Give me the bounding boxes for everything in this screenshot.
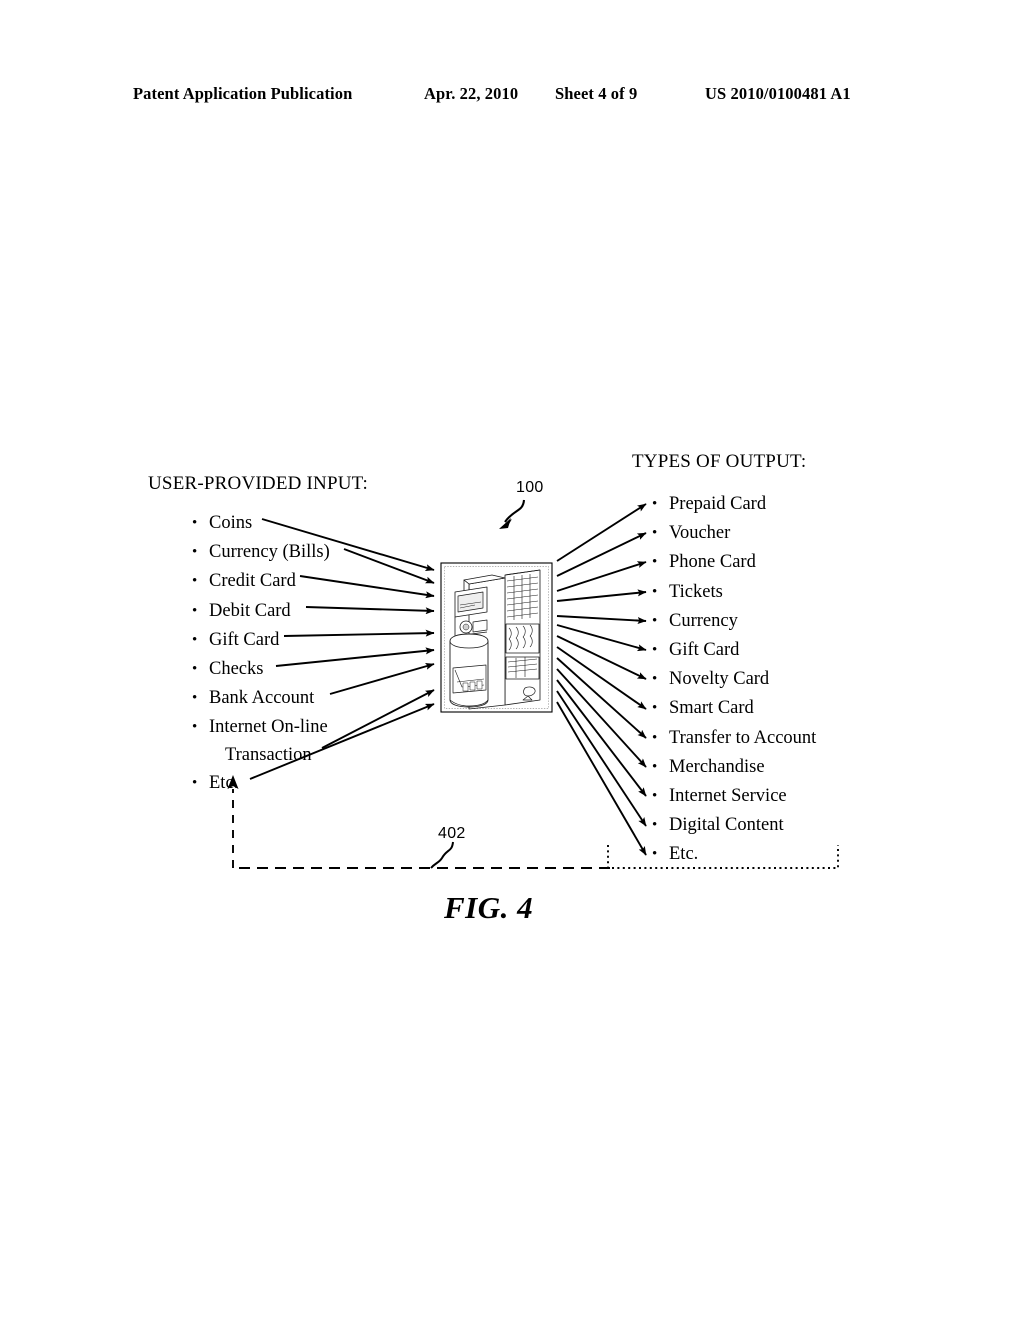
list-item: Debit Card bbox=[192, 597, 422, 626]
output-item-label: Prepaid Card bbox=[669, 494, 767, 514]
list-item: Tickets bbox=[652, 578, 902, 607]
input-item-label: Currency (Bills) bbox=[209, 542, 330, 563]
output-item-label: Internet Service bbox=[669, 786, 787, 807]
input-items-list: Coins Currency (Bills) Credit Card Debit… bbox=[192, 509, 422, 799]
output-column-heading: TYPES OF OUTPUT: bbox=[632, 451, 807, 472]
output-arrow-merchandise bbox=[556, 668, 647, 768]
output-item-label: Smart Card bbox=[669, 698, 754, 719]
output-arrow-novelty-card bbox=[556, 635, 647, 680]
list-item: Currency (Bills) bbox=[192, 538, 422, 567]
input-item-label: Checks bbox=[209, 659, 264, 680]
list-item: Gift Card bbox=[652, 636, 902, 665]
output-arrows bbox=[556, 503, 647, 856]
input-item-label: Internet On-line bbox=[209, 717, 328, 738]
input-item-label-continuation: Transaction bbox=[225, 745, 312, 766]
output-arrow-smart-card bbox=[556, 646, 647, 710]
figure-4-diagram: USER-PROVIDED INPUT: TYPES OF OUTPUT: Co… bbox=[0, 0, 1024, 1320]
list-item: Phone Card bbox=[652, 548, 902, 577]
input-column-heading: USER-PROVIDED INPUT: bbox=[148, 473, 368, 494]
list-item: Etc. bbox=[652, 840, 902, 869]
input-item-label: Debit Card bbox=[209, 600, 291, 621]
reference-leader-100 bbox=[499, 499, 526, 529]
list-item: Digital Content bbox=[652, 811, 902, 840]
list-item: Internet Service bbox=[652, 782, 902, 811]
figure-caption: FIG. 4 bbox=[444, 890, 534, 925]
list-item: Prepaid Card bbox=[652, 490, 902, 519]
output-arrow-currency bbox=[556, 615, 647, 625]
list-item: Smart Card bbox=[652, 694, 902, 723]
list-item: Voucher bbox=[652, 519, 902, 548]
output-arrow-phone-card bbox=[556, 561, 647, 592]
list-item: Gift Card bbox=[192, 626, 422, 655]
input-item-label: Etc. bbox=[209, 773, 239, 794]
output-arrow-gift-card bbox=[556, 624, 647, 652]
output-item-label: Digital Content bbox=[669, 815, 784, 836]
input-item-label: Gift Card bbox=[209, 629, 280, 650]
output-item-label: Transfer to Account bbox=[669, 727, 817, 748]
list-item: Novelty Card bbox=[652, 665, 902, 694]
output-arrow-tickets bbox=[556, 589, 647, 602]
list-item: Currency bbox=[652, 607, 902, 636]
output-item-label: Novelty Card bbox=[669, 669, 770, 690]
output-item-label: Merchandise bbox=[669, 756, 765, 777]
input-item-label: Credit Card bbox=[209, 571, 296, 592]
output-item-label: Tickets bbox=[669, 581, 723, 602]
output-item-label: Etc. bbox=[669, 844, 699, 865]
output-items-list: Prepaid Card Voucher Phone Card Tickets … bbox=[652, 490, 902, 870]
output-arrow-voucher bbox=[556, 532, 647, 577]
output-item-label: Phone Card bbox=[669, 552, 756, 573]
list-item: Checks bbox=[192, 655, 422, 684]
list-item: Bank Account bbox=[192, 684, 422, 713]
output-item-label: Voucher bbox=[669, 523, 731, 544]
kiosk-machine-illustration bbox=[449, 569, 541, 710]
list-item: Internet On-line Transaction bbox=[192, 713, 422, 769]
output-item-label: Currency bbox=[669, 610, 738, 631]
list-item: Merchandise bbox=[652, 753, 902, 782]
output-arrow-digital-content bbox=[556, 690, 647, 827]
input-item-label: Coins bbox=[209, 513, 253, 533]
reference-numeral-402: 402 bbox=[438, 825, 466, 842]
input-item-label: Bank Account bbox=[209, 688, 315, 709]
list-item: Transfer to Account bbox=[652, 724, 902, 753]
list-item: Etc. bbox=[192, 769, 422, 798]
list-item: Credit Card bbox=[192, 567, 422, 596]
list-item: Coins bbox=[192, 509, 422, 538]
output-item-label: Gift Card bbox=[669, 640, 740, 661]
reference-numeral-100: 100 bbox=[516, 479, 544, 496]
output-arrow-prepaid-card bbox=[556, 503, 647, 562]
